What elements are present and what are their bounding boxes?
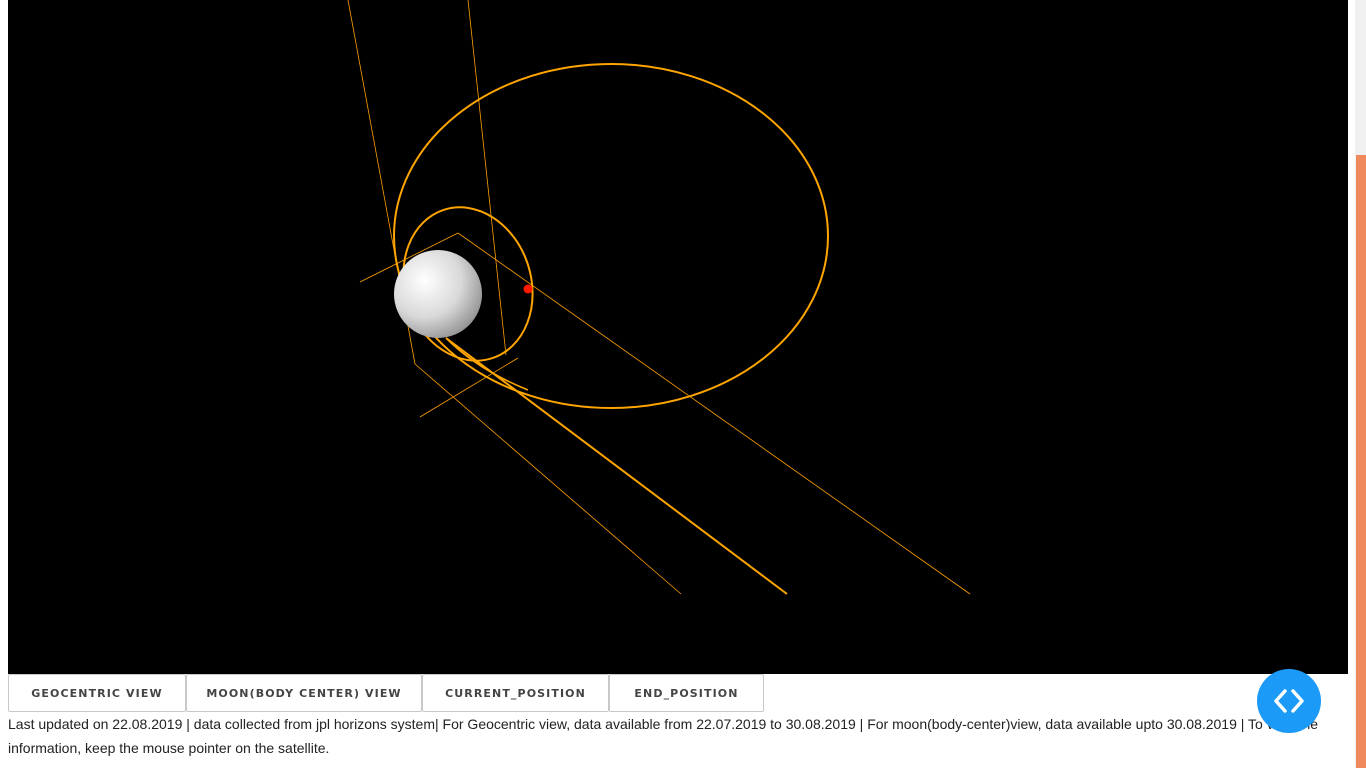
satellite-marker[interactable] (523, 284, 533, 294)
end-position-button[interactable]: END_POSITION (609, 674, 764, 712)
moon-sphere (394, 250, 482, 338)
view-button-bar: GEOCENTRIC VIEW MOON(BODY CENTER) VIEW C… (8, 674, 764, 712)
info-text: Last updated on 22.08.2019 | data collec… (8, 716, 1319, 756)
scrollbar-thumb[interactable] (1356, 155, 1366, 768)
orbit-3d-viewport[interactable] (8, 0, 1348, 674)
code-toggle-button[interactable] (1257, 669, 1321, 733)
large-orbit (393, 63, 829, 409)
current-position-button[interactable]: CURRENT_POSITION (422, 674, 609, 712)
trajectory-path (445, 337, 529, 391)
code-brackets-icon (1274, 689, 1304, 713)
reference-line (414, 363, 682, 595)
orbit-scene (347, 0, 971, 595)
moon-body-center-view-button[interactable]: MOON(BODY CENTER) VIEW (186, 674, 422, 712)
geocentric-view-button[interactable]: GEOCENTRIC VIEW (8, 674, 186, 712)
